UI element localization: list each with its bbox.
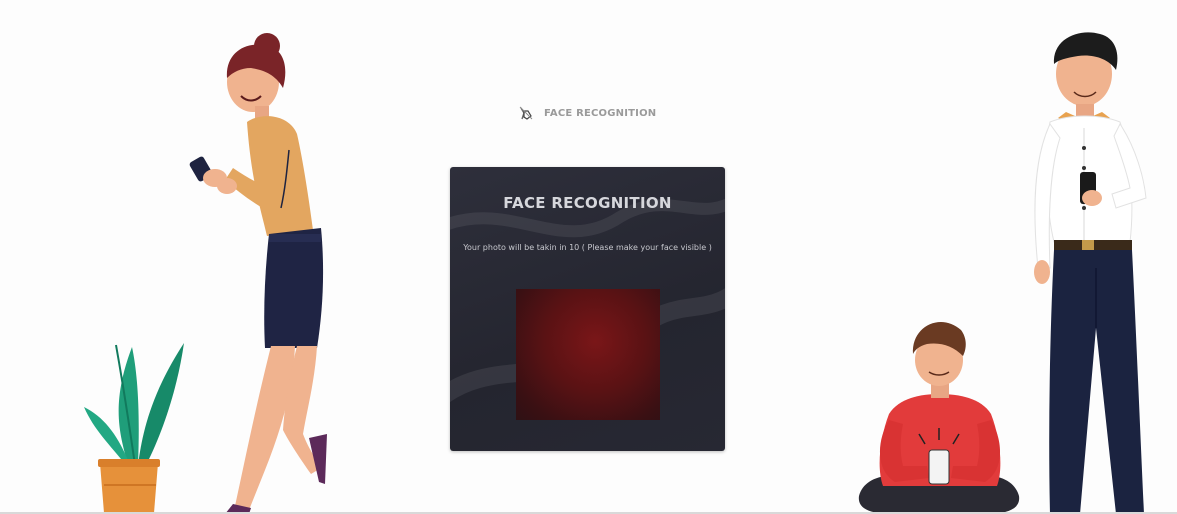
countdown-message: Your photo will be takin in 10 ( Please … (463, 243, 712, 252)
standing-man-with-phone-illustration (1034, 32, 1147, 514)
page-header: FACE RECOGNITION (518, 104, 656, 122)
face-recognition-card: FACE RECOGNITION Your photo will be taki… (450, 167, 725, 451)
woman-with-phone-illustration (189, 33, 327, 514)
camera-preview (516, 289, 660, 420)
card-title: FACE RECOGNITION (503, 194, 672, 212)
face-recognition-page: FACE RECOGNITION FACE RECOGNITION Your p… (0, 0, 1177, 514)
sitting-boy-with-phone-illustration (858, 321, 1020, 514)
header-title: FACE RECOGNITION (544, 107, 657, 119)
face-scan-icon (519, 106, 533, 120)
potted-plant-illustration (84, 343, 184, 513)
